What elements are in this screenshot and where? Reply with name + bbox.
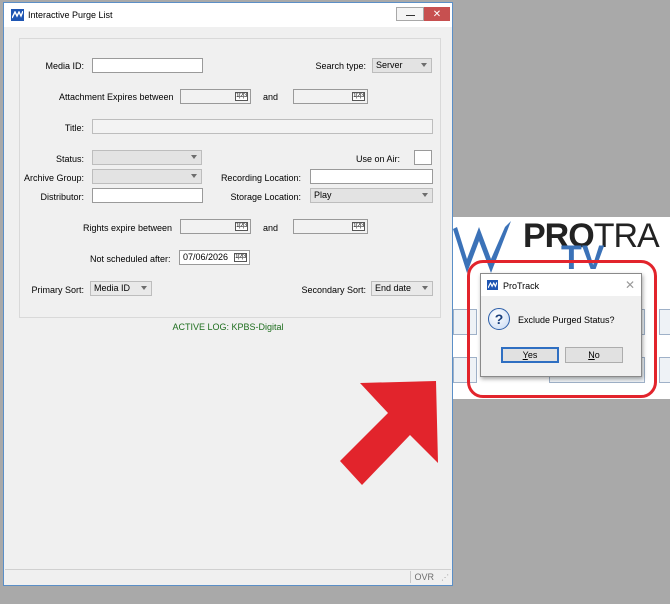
search-type-select[interactable]: Server <box>372 58 432 73</box>
not-scheduled-label: Not scheduled after: <box>90 254 171 264</box>
rights-expire-to-field[interactable]: 1|2|3 <box>293 219 368 234</box>
primary-sort-label: Primary Sort: <box>31 285 84 295</box>
overwrite-mode-indicator: OVR <box>410 571 437 583</box>
calendar-icon[interactable]: 1|2|3 <box>235 222 248 231</box>
rights-expire-label: Rights expire between <box>83 223 173 233</box>
distributor-label: Distributor: <box>40 192 84 202</box>
attachment-and-label: and <box>263 92 279 102</box>
close-button[interactable]: ✕ <box>424 7 450 21</box>
arrow-annotation <box>340 381 438 485</box>
media-id-input[interactable] <box>92 58 203 73</box>
calendar-icon[interactable]: 1|2|3 <box>352 222 365 231</box>
attachment-expires-from-field[interactable]: 1|2|3 <box>180 89 251 104</box>
not-scheduled-date-value: 07/06/2026 <box>183 252 229 262</box>
title-label: Title: <box>64 123 84 133</box>
use-on-air-checkbox[interactable] <box>414 150 432 165</box>
status-select[interactable] <box>92 150 202 165</box>
attachment-expires-to-field[interactable]: 1|2|3 <box>293 89 368 104</box>
secondary-sort-value: End date <box>375 283 412 293</box>
archive-group-label: Archive Group: <box>23 173 84 183</box>
recording-location-label: Recording Location: <box>220 173 301 183</box>
use-on-air-label: Use on Air: <box>355 154 400 164</box>
title-input[interactable] <box>92 119 433 134</box>
primary-sort-value: Media ID <box>94 283 131 293</box>
protrack-logo-icon <box>11 9 24 21</box>
chevron-down-icon <box>191 174 197 178</box>
calendar-icon[interactable]: 1|2|3 <box>234 253 247 262</box>
chevron-down-icon <box>191 155 197 159</box>
highlight-ring-annotation <box>467 260 657 398</box>
secondary-sort-label: Secondary Sort: <box>301 285 366 295</box>
toolbar-button[interactable] <box>659 357 670 383</box>
recording-location-input[interactable] <box>310 169 433 184</box>
active-log-label: ACTIVE LOG: KPBS-Digital <box>172 322 284 332</box>
storage-location-label: Storage Location: <box>230 192 301 202</box>
secondary-sort-select[interactable]: End date <box>371 281 433 296</box>
search-type-value: Server <box>376 60 403 70</box>
storage-location-value: Play <box>314 190 332 200</box>
minimize-button[interactable] <box>396 7 424 21</box>
storage-location-select[interactable]: Play <box>310 188 433 203</box>
window-title: Interactive Purge List <box>28 10 113 20</box>
primary-sort-select[interactable]: Media ID <box>90 281 152 296</box>
status-label: Status: <box>55 154 84 164</box>
chevron-down-icon <box>422 193 428 197</box>
calendar-icon[interactable]: 1|2|3 <box>352 92 365 101</box>
title-bar[interactable]: Interactive Purge List ✕ <box>4 3 452 27</box>
attachment-expires-label: Attachment Expires between <box>59 92 174 102</box>
purge-list-window: Interactive Purge List ✕ Media ID: Searc… <box>3 2 453 586</box>
rights-and-label: and <box>263 223 279 233</box>
not-scheduled-date-field[interactable]: 07/06/2026 1|2|3 <box>179 250 250 265</box>
close-icon: ✕ <box>432 8 442 20</box>
media-id-label: Media ID: <box>45 61 84 71</box>
chevron-down-icon <box>421 63 427 67</box>
resize-grip-icon[interactable]: ⋰ <box>441 573 449 582</box>
chevron-down-icon <box>422 286 428 290</box>
status-bar: OVR ⋰ <box>5 569 451 584</box>
toolbar-button[interactable] <box>659 309 670 335</box>
archive-group-select[interactable] <box>92 169 202 184</box>
calendar-icon[interactable]: 1|2|3 <box>235 92 248 101</box>
search-type-label: Search type: <box>315 61 366 71</box>
chevron-down-icon <box>141 286 147 290</box>
rights-expire-from-field[interactable]: 1|2|3 <box>180 219 251 234</box>
distributor-input[interactable] <box>92 188 203 203</box>
